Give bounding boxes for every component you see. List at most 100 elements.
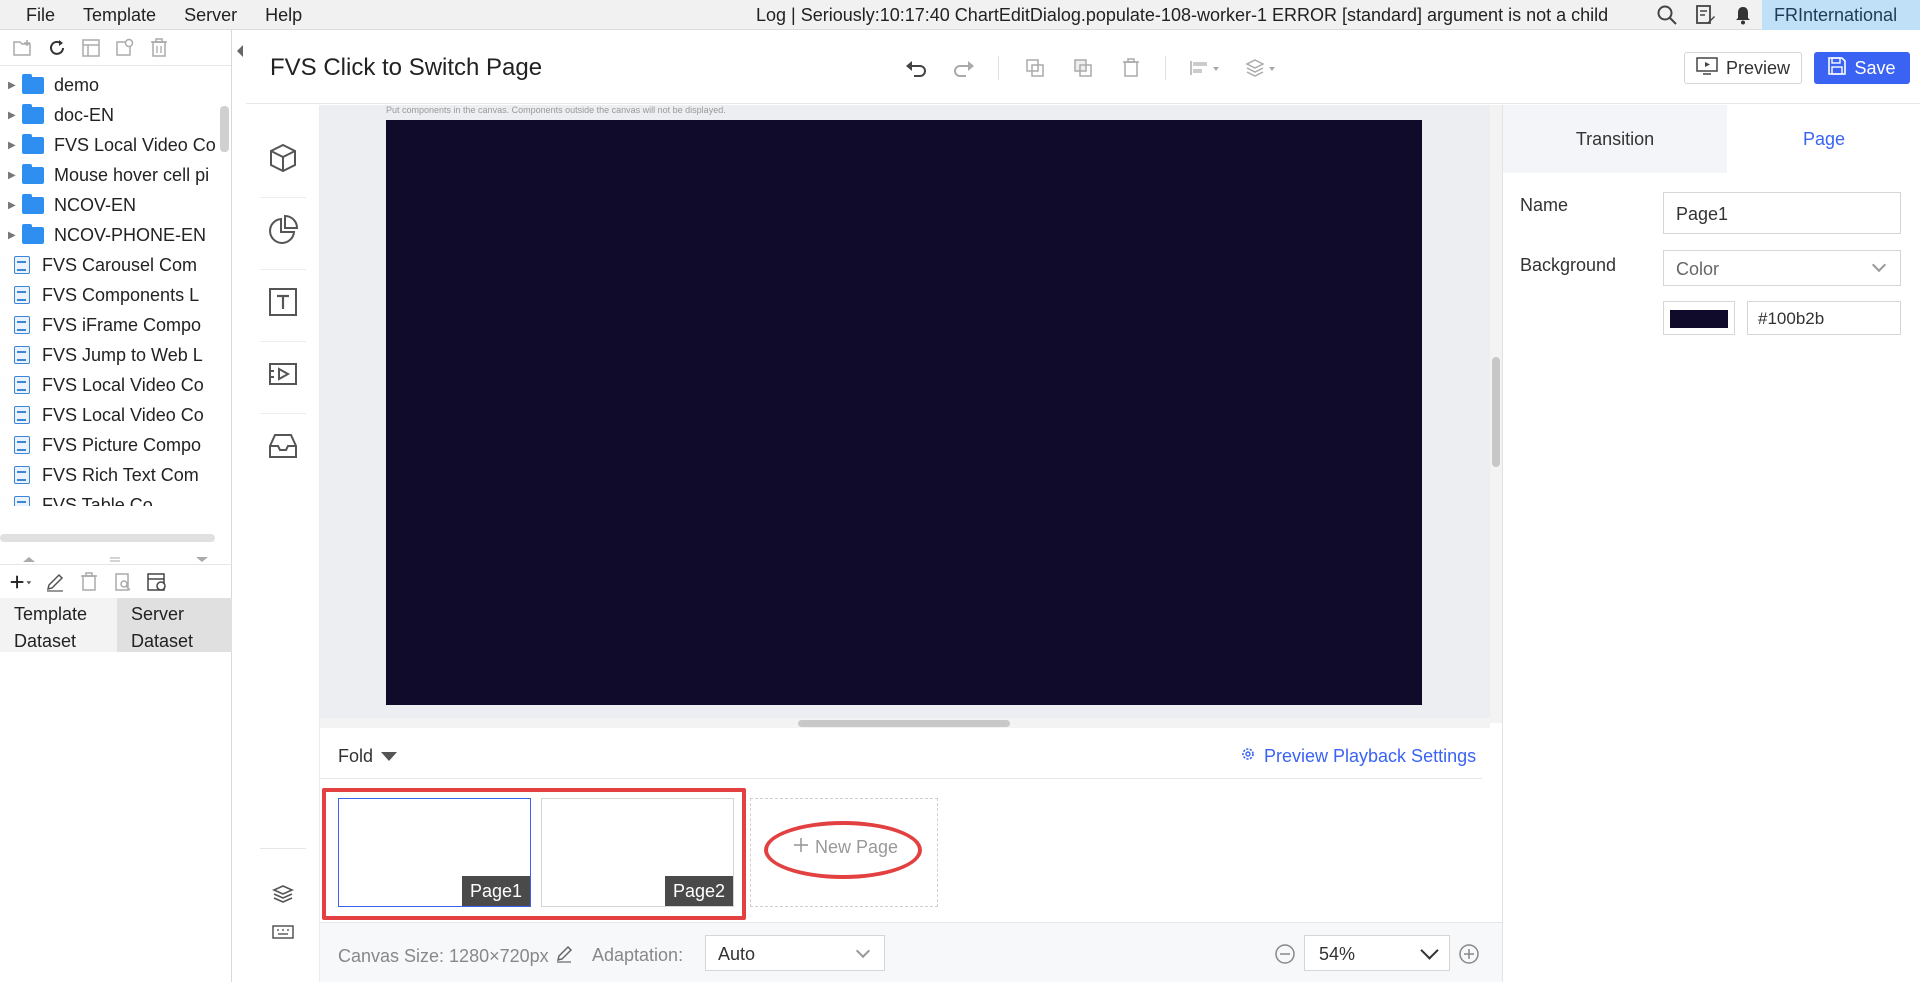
delete-icon[interactable]: [1117, 56, 1145, 80]
collapse-panel-icon[interactable]: [236, 42, 244, 63]
tree-item[interactable]: ▶ FVS Local Video Co: [0, 130, 218, 160]
refresh-icon[interactable]: [46, 37, 68, 59]
media-icon[interactable]: [266, 357, 300, 391]
zoom-value: 54%: [1319, 944, 1356, 964]
expand-icon[interactable]: ▶: [0, 230, 22, 241]
menubar-icons: [1656, 0, 1754, 30]
add-dataset-icon[interactable]: [10, 571, 32, 593]
search-icon[interactable]: [1656, 4, 1678, 26]
paste-icon[interactable]: [1069, 56, 1097, 80]
layers-icon[interactable]: [272, 884, 294, 909]
tree-item[interactable]: ▶ Mouse hover cell pi: [0, 160, 218, 190]
text-component-icon[interactable]: [266, 285, 300, 319]
folder-icon: [22, 193, 44, 214]
expand-icon[interactable]: ▶: [0, 110, 22, 121]
folder-icon: [22, 103, 44, 124]
tab-page[interactable]: Page: [1727, 105, 1920, 173]
document-edit-icon[interactable]: [1694, 4, 1716, 26]
tab-transition[interactable]: Transition: [1503, 105, 1727, 173]
user-account[interactable]: FRInternational: [1762, 0, 1920, 30]
template-list-icon[interactable]: [80, 37, 102, 59]
tree-item[interactable]: ▶ doc-EN: [0, 100, 218, 130]
background-type-select[interactable]: Color: [1663, 250, 1901, 286]
tree-item[interactable]: FVS Rich Text Com: [0, 460, 218, 490]
canvas-horizontal-scrollbar[interactable]: [320, 718, 1490, 728]
redo-icon[interactable]: [950, 56, 978, 80]
canvas-area: Put components in the canvas. Components…: [320, 105, 1490, 723]
template-tree: ▶ demo ▶ doc-EN ▶ FVS Local Video Co ▶ Mouse…: [0, 70, 218, 506]
fold-label: Fold: [338, 746, 374, 766]
scrollbar-thumb[interactable]: [1492, 357, 1500, 467]
panel-splitter[interactable]: [0, 550, 232, 562]
menu-template[interactable]: Template: [69, 0, 170, 30]
pie-chart-icon[interactable]: [266, 213, 300, 247]
pencil-icon[interactable]: [555, 945, 573, 968]
trash-icon[interactable]: [148, 37, 170, 59]
toolbar-separator: [998, 56, 999, 80]
tree-item[interactable]: ▶ demo: [0, 70, 218, 100]
log-message[interactable]: Log | Seriously:10:17:40 ChartEditDialog…: [756, 0, 1608, 30]
dataset-settings-icon[interactable]: [146, 571, 168, 593]
edit-icon[interactable]: [44, 571, 66, 593]
save-button[interactable]: Save: [1814, 52, 1910, 84]
expand-icon[interactable]: ▶: [0, 80, 22, 91]
canvas-vertical-scrollbar[interactable]: [1490, 105, 1502, 723]
menu-file[interactable]: File: [0, 0, 69, 30]
preview-button[interactable]: Preview: [1684, 52, 1802, 84]
tree-item-label: FVS Carousel Com: [42, 254, 198, 275]
trash-icon[interactable]: [78, 571, 100, 593]
zoom-out-icon[interactable]: [1274, 943, 1296, 970]
zoom-select[interactable]: 54%: [1304, 935, 1450, 971]
fold-toggle[interactable]: Fold: [338, 746, 398, 767]
tab-server-dataset[interactable]: Server Dataset: [117, 598, 232, 652]
tree-item[interactable]: FVS Carousel Com: [0, 250, 218, 280]
tree-item-label: FVS Table Co: [42, 494, 153, 507]
tree-item[interactable]: FVS Components L: [0, 280, 218, 310]
tree-horizontal-scrollbar[interactable]: [0, 534, 215, 542]
tree-item[interactable]: FVS Local Video Co: [0, 400, 218, 430]
menu-help[interactable]: Help: [251, 0, 316, 30]
cube-icon[interactable]: [266, 141, 300, 175]
tree-item[interactable]: FVS Jump to Web L: [0, 340, 218, 370]
zoom-in-icon[interactable]: [1458, 943, 1480, 970]
template-toolbar: [0, 30, 231, 66]
bell-icon[interactable]: [1732, 4, 1754, 26]
tree-item[interactable]: FVS Table Co: [0, 490, 218, 506]
tab-template-dataset[interactable]: Template Dataset: [0, 598, 117, 652]
page-name-input[interactable]: Page1: [1663, 192, 1901, 234]
template-file-icon: [14, 466, 30, 484]
tree-item[interactable]: FVS Picture Compo: [0, 430, 218, 460]
folder-icon: [22, 163, 44, 184]
menu-server[interactable]: Server: [170, 0, 251, 30]
tree-item-label: FVS Local Video Co: [42, 404, 204, 425]
tree-item[interactable]: ▶ NCOV-PHONE-EN: [0, 220, 218, 250]
properties-panel: Transition Page Name Page1 Background Co…: [1502, 105, 1920, 982]
background-type-value: Color: [1676, 259, 1720, 279]
settings-icon[interactable]: [114, 37, 136, 59]
preview-data-icon[interactable]: [112, 571, 134, 593]
tree-item-label: FVS Picture Compo: [42, 434, 202, 455]
caret-down-icon: [381, 752, 398, 761]
tree-item[interactable]: ▶ NCOV-EN: [0, 190, 218, 220]
align-icon[interactable]: [1188, 56, 1224, 80]
layer-order-icon[interactable]: [1244, 56, 1280, 80]
keyboard-icon[interactable]: [272, 924, 294, 945]
color-picker[interactable]: [1663, 301, 1735, 335]
tree-item[interactable]: FVS iFrame Compo: [0, 310, 218, 340]
canvas[interactable]: [386, 120, 1422, 705]
save-icon: [1828, 56, 1847, 80]
scrollbar-thumb[interactable]: [798, 720, 1010, 727]
expand-icon[interactable]: ▶: [0, 200, 22, 211]
color-hex-input[interactable]: #100b2b: [1747, 301, 1901, 335]
expand-icon[interactable]: ▶: [0, 170, 22, 181]
template-file-icon: [14, 256, 30, 274]
tree-scrollbar[interactable]: [220, 106, 229, 152]
copy-icon[interactable]: [1021, 56, 1049, 80]
tree-item[interactable]: FVS Local Video Co: [0, 370, 218, 400]
new-folder-icon[interactable]: [12, 37, 34, 59]
preview-playback-settings[interactable]: Preview Playback Settings: [1240, 746, 1476, 767]
inbox-icon[interactable]: [266, 429, 300, 463]
adaptation-select[interactable]: Auto: [705, 935, 885, 971]
expand-icon[interactable]: ▶: [0, 140, 22, 151]
undo-icon[interactable]: [902, 56, 930, 80]
